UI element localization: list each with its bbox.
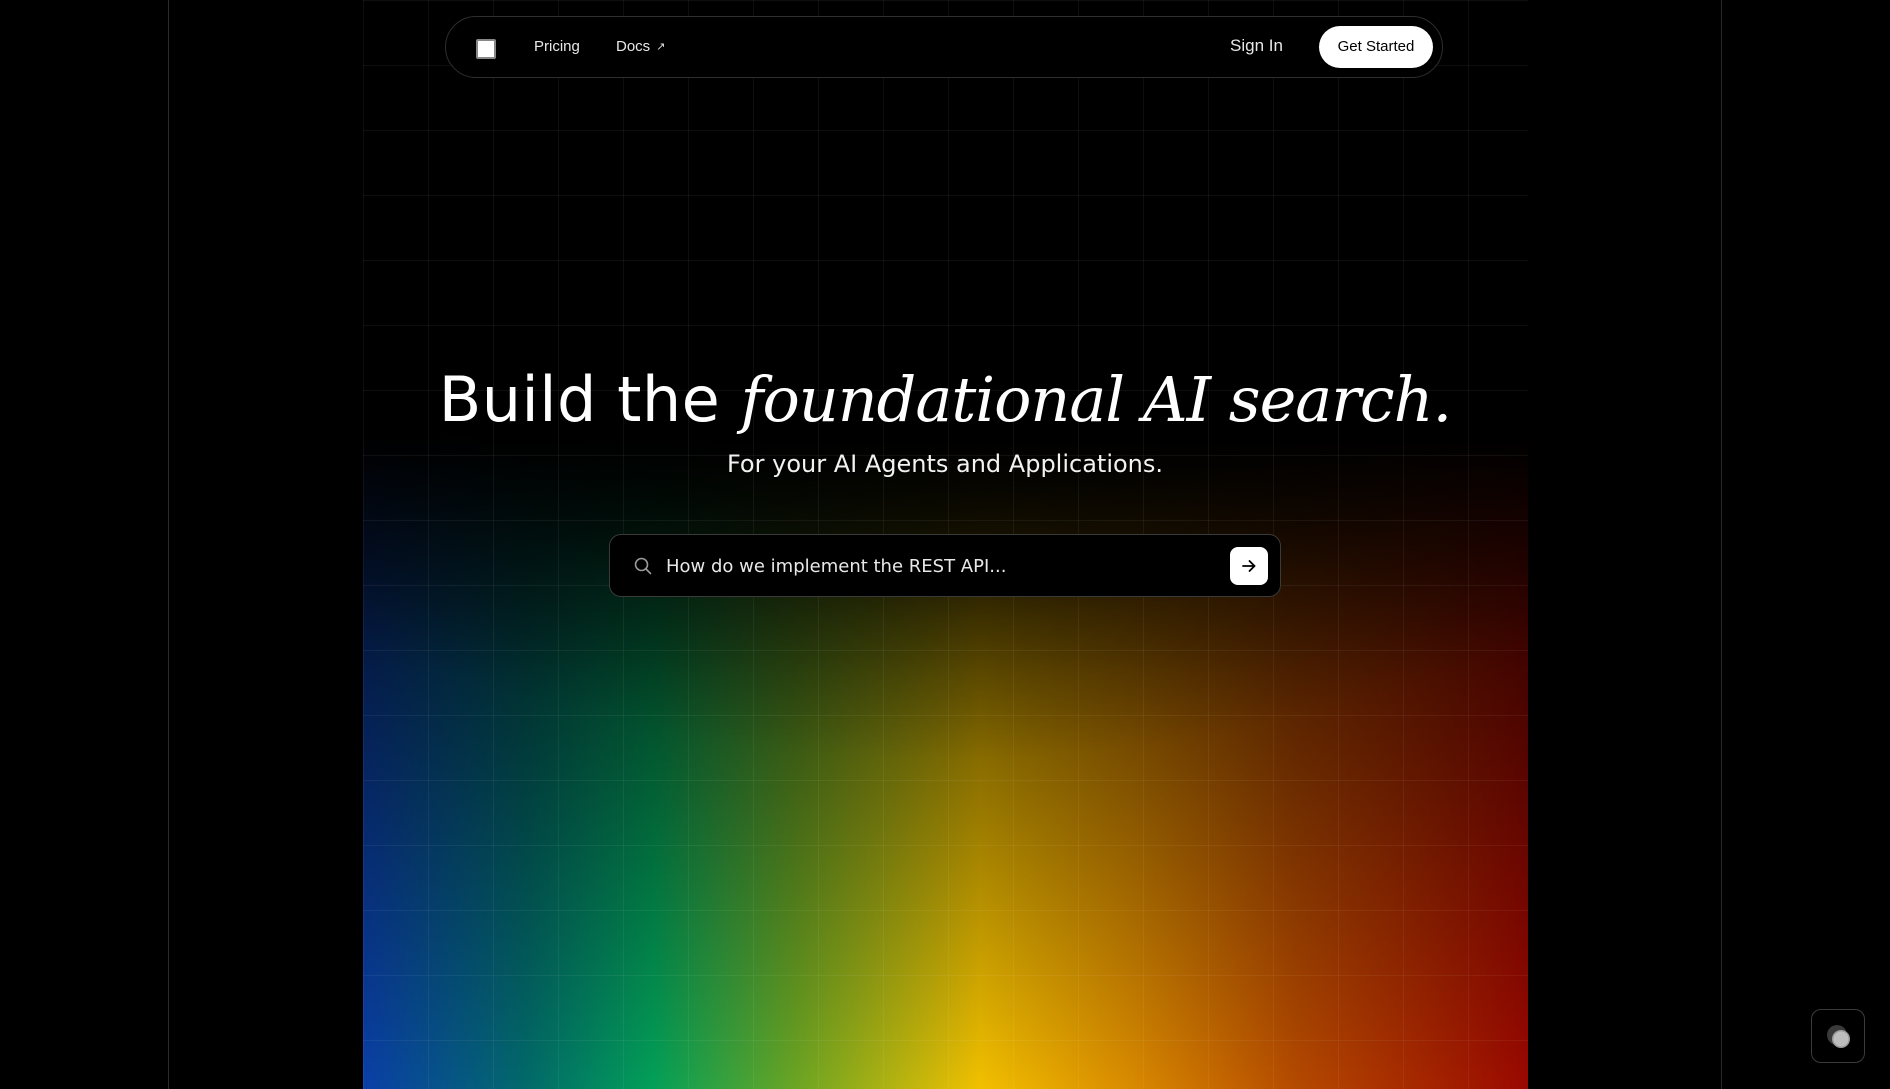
- get-started-button[interactable]: Get Started: [1319, 26, 1433, 68]
- nav-link-docs-label: Docs: [616, 38, 651, 55]
- navbar: Pricing Docs ↗ Sign In Get Started: [445, 16, 1443, 78]
- search-input[interactable]: [666, 547, 1206, 585]
- hero-title: Build the foundational AI search.: [0, 355, 1890, 445]
- hero-title-italic: foundational AI search.: [740, 363, 1453, 436]
- left-border-line: [168, 0, 169, 1089]
- chat-widget-button[interactable]: [1811, 1009, 1865, 1063]
- search-icon: [634, 557, 652, 575]
- search-submit-button[interactable]: [1230, 547, 1268, 585]
- square-logo-icon[interactable]: [476, 39, 496, 59]
- chat-bubble-icon: [1827, 1025, 1850, 1048]
- nav-link-pricing-label: Pricing: [534, 38, 580, 55]
- hero-subtitle: For your AI Agents and Applications.: [726, 450, 1164, 478]
- external-arrow-icon: ↗: [656, 41, 666, 53]
- right-border-line: [1721, 0, 1722, 1089]
- page: Pricing Docs ↗ Sign In Get Started Build …: [0, 0, 1890, 1089]
- arrow-right-icon: [1242, 560, 1256, 572]
- hero-title-plain: Build the: [438, 363, 741, 436]
- search-bar: [609, 534, 1281, 597]
- sign-in-link[interactable]: Sign In: [1230, 36, 1283, 56]
- nav-link-docs[interactable]: Docs ↗: [616, 38, 665, 55]
- nav-link-pricing[interactable]: Pricing: [534, 38, 580, 55]
